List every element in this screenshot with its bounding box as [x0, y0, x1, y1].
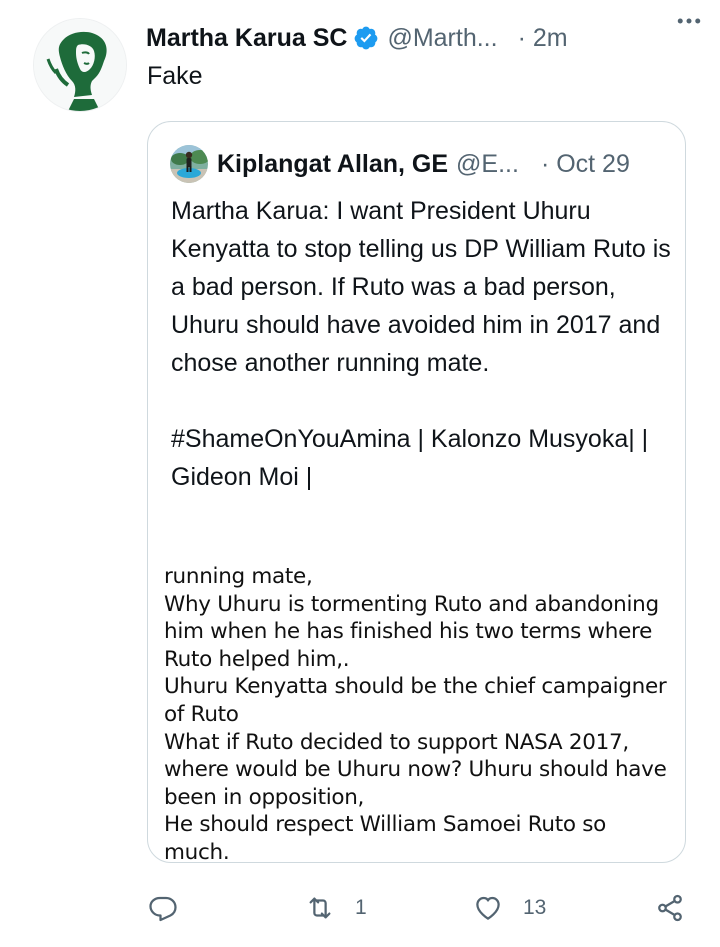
- profile-portrait-icon: [34, 19, 126, 111]
- quoted-text-hashtags: #ShameOnYouAmina | Kalonzo Musyoka| | Gi…: [171, 425, 649, 491]
- image-text-line: Ruto helped him,.: [164, 646, 350, 672]
- quoted-author-avatar: [170, 145, 208, 183]
- image-text-line: What if Ruto decided to support NASA 201…: [164, 729, 629, 755]
- like-button[interactable]: 13: [473, 886, 546, 930]
- heart-icon: [476, 896, 500, 920]
- author-name[interactable]: Martha Karua SC: [146, 24, 347, 53]
- quoted-text-paragraph: Martha Karua: I want President Uhuru Ken…: [171, 197, 671, 377]
- tweet-timestamp[interactable]: · 2m: [518, 24, 568, 53]
- author-avatar[interactable]: [33, 18, 127, 112]
- like-count: 13: [523, 896, 547, 919]
- image-text-line: Uhuru Kenyatta should be the chief campa…: [164, 674, 667, 700]
- quoted-author-handle[interactable]: @E...: [456, 150, 519, 179]
- retweet-icon: [309, 897, 331, 919]
- more-options-button[interactable]: [672, 4, 706, 38]
- tweet[interactable]: Martha Karua SC @Marth... · 2m Fake Kipl…: [0, 0, 720, 947]
- verified-badge-icon: [353, 25, 379, 51]
- quoted-tweet-image[interactable]: running mate, Why Uhuru is tormenting Ru…: [164, 563, 674, 863]
- image-text-line: running mate,: [164, 564, 313, 589]
- reply-button[interactable]: [148, 886, 178, 930]
- tweet-header: Martha Karua SC @Marth... · 2m: [146, 18, 696, 58]
- image-text-line: of Ruto: [164, 701, 239, 727]
- image-text-line: He should respect William Samoei Ruto so: [164, 812, 607, 838]
- image-text-line: much.: [164, 839, 230, 863]
- profile-photo-icon: [170, 145, 208, 183]
- more-horizontal-icon: [677, 18, 701, 24]
- image-text-line: where would be Uhuru now? Uhuru should h…: [164, 757, 667, 783]
- quoted-tweet[interactable]: Kiplangat Allan, GE @E... · Oct 29 Marth…: [147, 121, 686, 863]
- tweet-action-bar: 1 13: [0, 886, 720, 930]
- reply-icon: [149, 896, 177, 922]
- quoted-tweet-header: Kiplangat Allan, GE @E... · Oct 29: [170, 144, 665, 184]
- share-icon: [658, 894, 682, 922]
- author-handle[interactable]: @Marth...: [387, 24, 497, 53]
- share-button[interactable]: [655, 886, 685, 930]
- retweet-count: 1: [355, 896, 367, 919]
- image-text-line: him when he has finished his two terms w…: [164, 619, 653, 645]
- retweet-button[interactable]: 1: [305, 886, 367, 930]
- image-text-line: Why Uhuru is tormenting Ruto and abandon…: [164, 591, 659, 617]
- quoted-author-name[interactable]: Kiplangat Allan, GE: [217, 150, 448, 179]
- quoted-tweet-timestamp[interactable]: · Oct 29: [541, 150, 630, 179]
- image-text-line: been in opposition,: [164, 784, 365, 810]
- tweet-text: Fake: [147, 62, 203, 90]
- quoted-tweet-text: Martha Karua: I want President Uhuru Ken…: [171, 192, 671, 496]
